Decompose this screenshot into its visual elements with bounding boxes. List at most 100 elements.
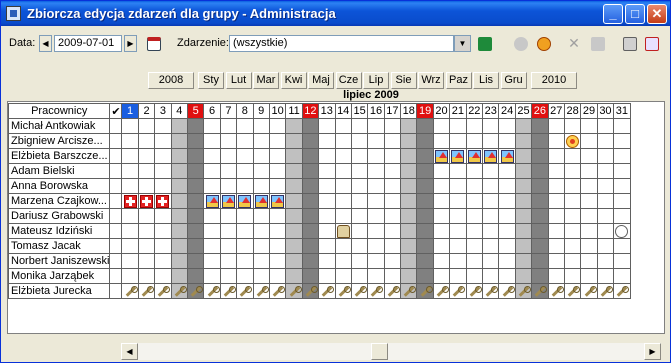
employee-name[interactable]: Tomasz Jacak xyxy=(7,238,111,254)
day-cell[interactable] xyxy=(613,268,631,284)
day-cell[interactable] xyxy=(186,223,205,239)
day-cell[interactable] xyxy=(170,268,188,284)
day-cell[interactable] xyxy=(432,268,451,284)
day-cell[interactable] xyxy=(580,118,598,134)
day-cell[interactable] xyxy=(613,118,631,134)
day-header-28[interactable]: 28 xyxy=(563,103,582,119)
day-cell[interactable] xyxy=(400,253,418,269)
day-cell[interactable] xyxy=(252,118,270,134)
day-cell[interactable] xyxy=(531,178,549,194)
day-cell[interactable] xyxy=(334,133,352,149)
day-cell[interactable] xyxy=(318,208,336,224)
day-cell[interactable] xyxy=(219,133,238,149)
day-cell[interactable] xyxy=(465,178,484,194)
day-header-26[interactable]: 26 xyxy=(531,103,549,119)
day-cell[interactable] xyxy=(449,268,467,284)
day-header-20[interactable]: 20 xyxy=(432,103,451,119)
day-cell[interactable] xyxy=(170,223,188,239)
day-cell[interactable] xyxy=(547,268,565,284)
day-cell[interactable] xyxy=(563,268,582,284)
employee-name[interactable]: Zbigniew Arcisze... xyxy=(7,133,111,149)
day-cell[interactable] xyxy=(301,208,320,224)
employee-check[interactable] xyxy=(109,268,123,284)
month-button-7[interactable]: Lip xyxy=(363,72,389,89)
day-cell[interactable] xyxy=(121,133,139,149)
day-cell[interactable] xyxy=(580,238,598,254)
day-cell[interactable] xyxy=(400,178,418,194)
day-cell[interactable] xyxy=(514,118,533,134)
day-cell[interactable] xyxy=(350,193,369,209)
day-cell[interactable] xyxy=(154,238,172,254)
day-cell[interactable] xyxy=(170,178,188,194)
day-cell[interactable] xyxy=(236,193,254,209)
day-cell[interactable] xyxy=(318,163,336,179)
day-cell[interactable] xyxy=(416,193,434,209)
day-header-17[interactable]: 17 xyxy=(383,103,402,119)
horizontal-scrollbar[interactable]: ◀ ▶ xyxy=(121,343,661,360)
day-cell[interactable] xyxy=(252,193,270,209)
day-cell[interactable] xyxy=(400,193,418,209)
day-cell[interactable] xyxy=(531,148,549,164)
employee-name[interactable]: Michał Antkowiak xyxy=(7,118,111,134)
day-cell[interactable] xyxy=(252,223,270,239)
day-cell[interactable] xyxy=(137,133,156,149)
day-cell[interactable] xyxy=(416,133,434,149)
day-cell[interactable] xyxy=(383,118,402,134)
date-next-button[interactable]: ▶ xyxy=(124,35,137,52)
day-cell[interactable] xyxy=(301,268,320,284)
day-cell[interactable] xyxy=(285,178,303,194)
day-cell[interactable] xyxy=(318,193,336,209)
day-cell[interactable] xyxy=(285,253,303,269)
day-cell[interactable] xyxy=(219,253,238,269)
day-cell[interactable] xyxy=(285,223,303,239)
day-cell[interactable] xyxy=(137,268,156,284)
day-cell[interactable] xyxy=(334,283,352,299)
day-cell[interactable] xyxy=(236,223,254,239)
add-event-button[interactable] xyxy=(533,33,555,55)
day-cell[interactable] xyxy=(252,283,270,299)
day-cell[interactable] xyxy=(383,208,402,224)
day-cell[interactable] xyxy=(596,133,615,149)
day-cell[interactable] xyxy=(531,163,549,179)
day-cell[interactable] xyxy=(531,118,549,134)
day-cell[interactable] xyxy=(432,193,451,209)
day-cell[interactable] xyxy=(154,193,172,209)
day-cell[interactable] xyxy=(465,118,484,134)
day-cell[interactable] xyxy=(170,283,188,299)
day-cell[interactable] xyxy=(465,148,484,164)
day-cell[interactable] xyxy=(580,223,598,239)
day-cell[interactable] xyxy=(203,163,221,179)
day-cell[interactable] xyxy=(318,118,336,134)
day-cell[interactable] xyxy=(416,163,434,179)
day-cell[interactable] xyxy=(514,223,533,239)
day-cell[interactable] xyxy=(596,268,615,284)
month-button-11[interactable]: Lis xyxy=(473,72,499,89)
day-cell[interactable] xyxy=(547,133,565,149)
day-cell[interactable] xyxy=(170,163,188,179)
day-cell[interactable] xyxy=(285,208,303,224)
day-cell[interactable] xyxy=(383,223,402,239)
day-cell[interactable] xyxy=(400,163,418,179)
day-cell[interactable] xyxy=(498,238,516,254)
day-cell[interactable] xyxy=(219,193,238,209)
day-cell[interactable] xyxy=(252,238,270,254)
day-cell[interactable] xyxy=(596,148,615,164)
day-cell[interactable] xyxy=(482,118,500,134)
day-cell[interactable] xyxy=(186,178,205,194)
close-button[interactable]: ✕ xyxy=(647,4,667,24)
day-cell[interactable] xyxy=(350,283,369,299)
employee-name[interactable]: Marzena Czajkow... xyxy=(7,193,111,209)
day-cell[interactable] xyxy=(613,208,631,224)
day-header-5[interactable]: 5 xyxy=(186,103,205,119)
day-cell[interactable] xyxy=(367,268,385,284)
day-cell[interactable] xyxy=(236,283,254,299)
day-cell[interactable] xyxy=(137,208,156,224)
day-cell[interactable] xyxy=(121,163,139,179)
day-cell[interactable] xyxy=(563,178,582,194)
day-cell[interactable] xyxy=(203,223,221,239)
day-cell[interactable] xyxy=(514,238,533,254)
day-cell[interactable] xyxy=(268,238,287,254)
day-cell[interactable] xyxy=(482,148,500,164)
day-cell[interactable] xyxy=(383,238,402,254)
month-button-2[interactable]: Lut xyxy=(225,72,252,89)
